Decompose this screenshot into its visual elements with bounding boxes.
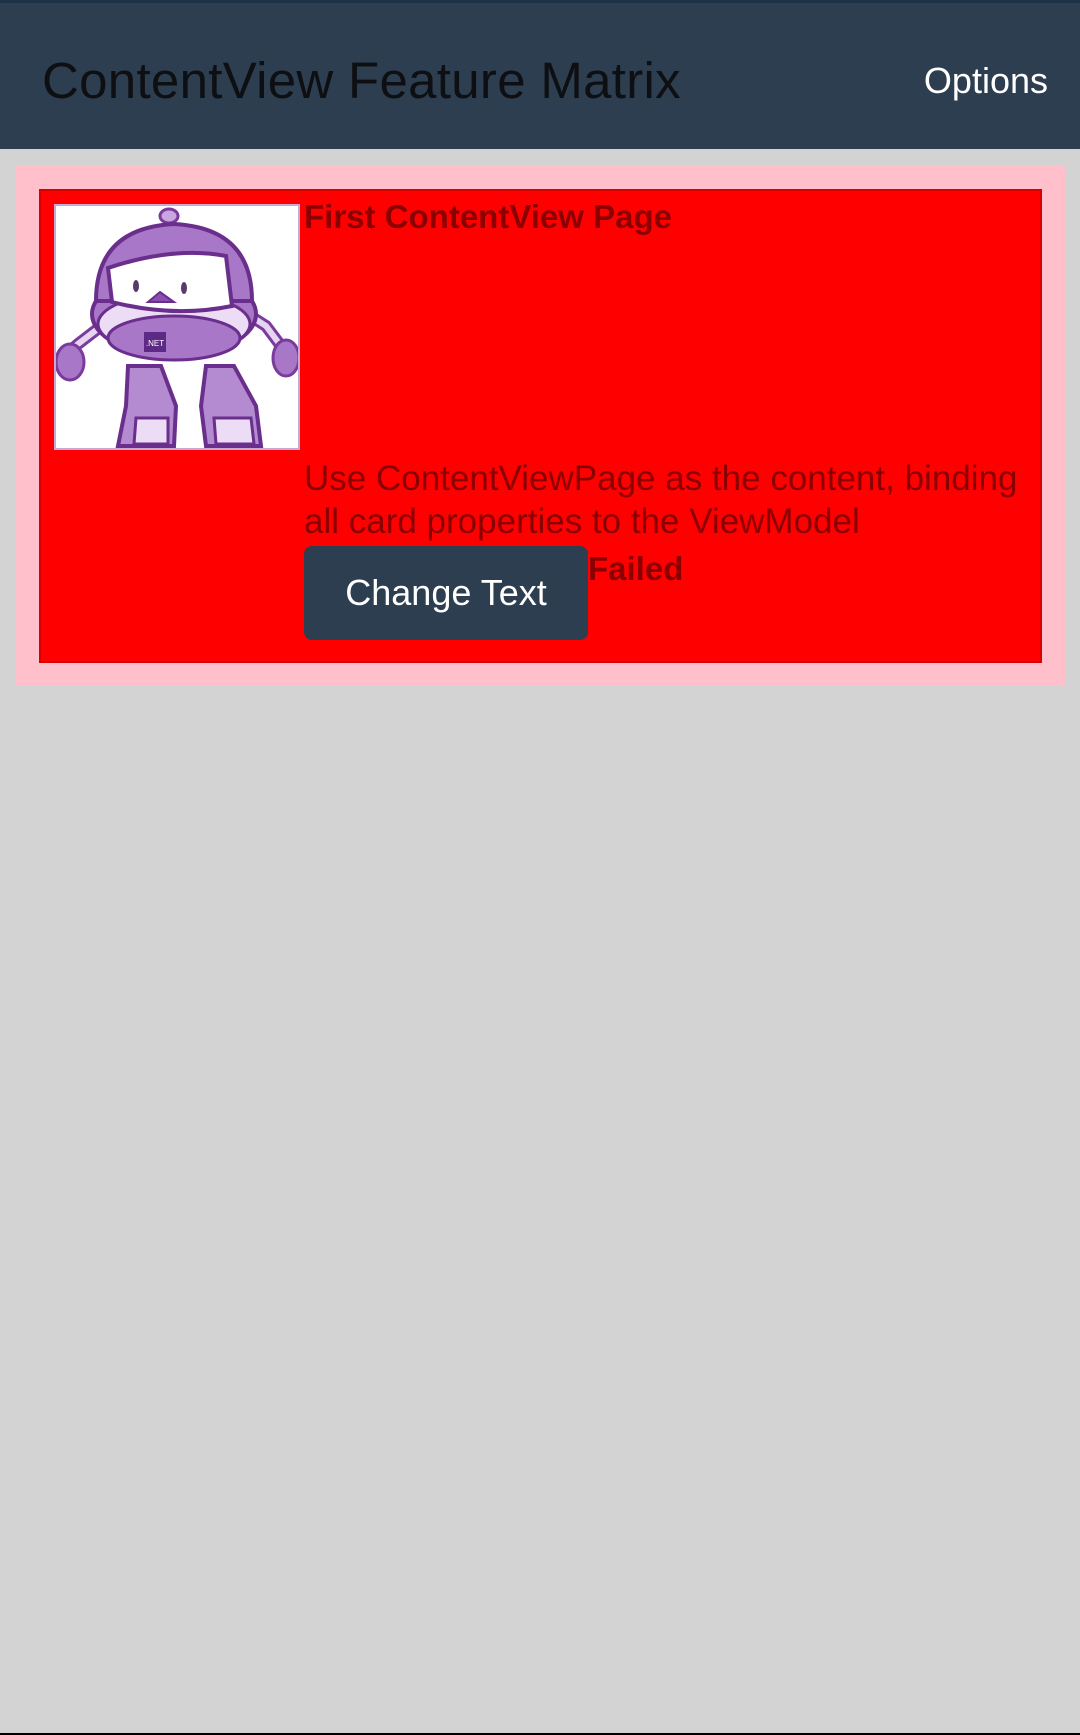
card-description: Use ContentViewPage as the content, bind… [304,457,1027,543]
dotnet-badge-label: .NET [146,339,164,348]
change-text-button[interactable]: Change Text [304,546,588,640]
toolbar: ContentView Feature Matrix Options [0,0,1080,149]
card-title: First ContentView Page [304,198,672,235]
card-description-line1: Use ContentViewPage as the content, bind… [304,459,1018,498]
dotnet-bot-image: .NET [54,204,300,450]
card-description-line2: all card properties to the ViewModel [304,502,860,541]
content-card: .NET First ContentView Page Use ContentV… [39,189,1042,663]
options-button[interactable]: Options [924,59,1048,103]
status-label: Failed [588,550,684,587]
page-title: ContentView Feature Matrix [42,52,681,109]
